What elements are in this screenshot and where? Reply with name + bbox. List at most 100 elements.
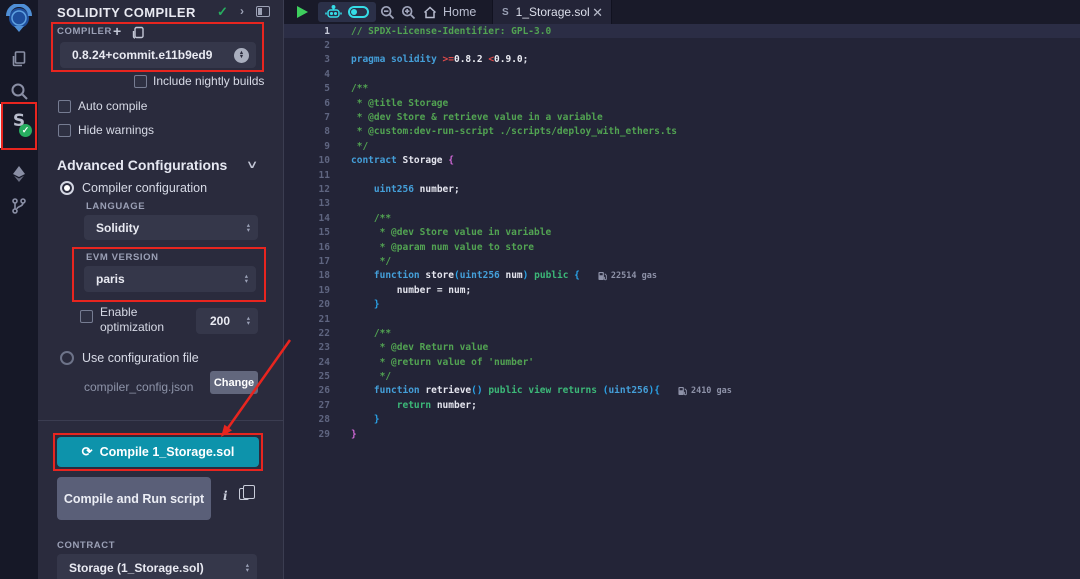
- zoom-in-icon[interactable]: [401, 5, 416, 25]
- code-line[interactable]: 7 * @dev Store & retrieve value in a var…: [284, 110, 1080, 124]
- compiled-check-icon: ✓: [217, 4, 228, 20]
- version-spinner-icon[interactable]: ▲▼: [234, 48, 249, 63]
- line-number: 18: [284, 270, 330, 281]
- line-number: 6: [284, 98, 330, 109]
- code-line[interactable]: 3pragma solidity >=0.8.2 <0.9.0;: [284, 53, 1080, 67]
- compiler-version-select[interactable]: 0.8.24+commit.e11b9ed9 ▲▼: [60, 42, 256, 68]
- advanced-configurations-title[interactable]: Advanced Configurations: [57, 157, 227, 173]
- info-icon[interactable]: i: [223, 489, 228, 503]
- line-number: 12: [284, 184, 330, 195]
- section-divider: [38, 420, 283, 421]
- line-number: 26: [284, 385, 330, 396]
- code-text: }: [351, 299, 380, 310]
- copy-icon[interactable]: [239, 488, 249, 500]
- optimization-runs-stepper[interactable]: 200 ▴▾: [196, 308, 258, 334]
- code-line[interactable]: 19 number = num;: [284, 283, 1080, 297]
- chevron-right-icon[interactable]: ›: [240, 4, 244, 18]
- compiler-version-value: 0.8.24+commit.e11b9ed9: [60, 48, 212, 62]
- line-number: 21: [284, 314, 330, 325]
- git-branch-icon[interactable]: [8, 195, 30, 217]
- code-line[interactable]: 12 uint256 number;: [284, 182, 1080, 196]
- code-line[interactable]: 5/**: [284, 82, 1080, 96]
- gas-estimate-badge: 22514 gas: [598, 271, 657, 281]
- compile-button[interactable]: ⟳ Compile 1_Storage.sol: [57, 437, 259, 467]
- code-line[interactable]: 24 * @return value of 'number': [284, 355, 1080, 369]
- code-line[interactable]: 9 */: [284, 139, 1080, 153]
- gas-estimate-badge: 2410 gas: [678, 386, 732, 396]
- search-icon[interactable]: [8, 80, 30, 102]
- code-text: /**: [351, 213, 391, 224]
- code-text: }: [351, 414, 380, 425]
- code-line[interactable]: 6 * @title Storage: [284, 96, 1080, 110]
- code-line[interactable]: 22 /**: [284, 326, 1080, 340]
- compile-and-run-button[interactable]: Compile and Run script: [57, 477, 211, 520]
- enable-optimization-checkbox[interactable]: [80, 310, 93, 323]
- line-number: 28: [284, 414, 330, 425]
- change-config-button[interactable]: Change: [210, 371, 258, 394]
- line-number: 22: [284, 328, 330, 339]
- close-tab-icon[interactable]: ✕: [592, 6, 603, 19]
- code-line[interactable]: 28 }: [284, 413, 1080, 427]
- code-line[interactable]: 13: [284, 197, 1080, 211]
- code-line[interactable]: 25 */: [284, 369, 1080, 383]
- compiler-configuration-radio[interactable]: [60, 181, 74, 195]
- chevron-down-icon[interactable]: ∨: [246, 158, 259, 171]
- code-line[interactable]: 18 function store(uint256 num) public { 2…: [284, 269, 1080, 283]
- code-line[interactable]: 14 /**: [284, 211, 1080, 225]
- home-icon: [423, 6, 437, 19]
- zoom-out-icon[interactable]: [380, 5, 395, 25]
- refresh-icon: ⟳: [82, 444, 93, 460]
- run-script-play-icon[interactable]: [297, 6, 308, 18]
- code-line[interactable]: 10contract Storage {: [284, 154, 1080, 168]
- code-text: * @dev Return value: [351, 342, 488, 353]
- code-line[interactable]: 29}: [284, 427, 1080, 441]
- code-line[interactable]: 23 * @dev Return value: [284, 341, 1080, 355]
- code-text: function store(uint256 num) public {: [351, 270, 580, 281]
- ai-robot-icon[interactable]: [325, 5, 342, 20]
- home-tab[interactable]: Home: [423, 0, 476, 24]
- code-line[interactable]: 27 return number;: [284, 398, 1080, 412]
- code-text: /**: [351, 328, 391, 339]
- code-line[interactable]: 20 }: [284, 297, 1080, 311]
- nightly-builds-checkbox[interactable]: [134, 75, 147, 88]
- copilot-toggle-icon[interactable]: [348, 6, 369, 18]
- contract-select[interactable]: Storage (1_Storage.sol) ▴▾: [57, 554, 257, 579]
- line-number: 20: [284, 299, 330, 310]
- code-line[interactable]: 1// SPDX-License-Identifier: GPL-3.0: [284, 24, 1080, 38]
- code-line[interactable]: 11: [284, 168, 1080, 182]
- add-compiler-icon[interactable]: +: [113, 23, 121, 39]
- remix-ide-window: S ✓ SOLIDITY COMPILER ✓ › COMPILER + 0.8…: [0, 0, 1080, 579]
- hide-warnings-checkbox[interactable]: [58, 124, 71, 137]
- enable-optimization-label: Enable optimization: [100, 305, 166, 335]
- code-text: * @param num value to store: [351, 242, 534, 253]
- line-number: 27: [284, 400, 330, 411]
- code-line[interactable]: 21: [284, 312, 1080, 326]
- line-number: 2: [284, 40, 330, 51]
- code-line[interactable]: 15 * @dev Store value in variable: [284, 225, 1080, 239]
- remix-logo-icon[interactable]: [4, 4, 34, 34]
- file-explorer-icon[interactable]: [8, 48, 30, 70]
- ai-copilot-group: [318, 2, 376, 22]
- code-line[interactable]: 26 function retrieve() public view retur…: [284, 384, 1080, 398]
- auto-compile-checkbox[interactable]: [58, 100, 71, 113]
- compiler-label: COMPILER: [57, 26, 112, 37]
- pin-panel-icon[interactable]: [256, 6, 270, 17]
- tab-1-storage-sol[interactable]: S 1_Storage.sol ✕: [492, 0, 612, 24]
- evm-version-select[interactable]: paris ▴▾: [84, 266, 256, 292]
- code-line[interactable]: 16 * @param num value to store: [284, 240, 1080, 254]
- line-number: 8: [284, 126, 330, 137]
- code-line[interactable]: 17 */: [284, 254, 1080, 268]
- line-number: 9: [284, 141, 330, 152]
- code-line[interactable]: 8 * @custom:dev-run-script ./scripts/dep…: [284, 125, 1080, 139]
- line-number: 7: [284, 112, 330, 123]
- code-line[interactable]: 4: [284, 67, 1080, 81]
- use-configuration-file-radio[interactable]: [60, 351, 74, 365]
- code-text: // SPDX-License-Identifier: GPL-3.0: [351, 26, 551, 37]
- deploy-run-icon[interactable]: [8, 163, 30, 185]
- code-editor[interactable]: 1// SPDX-License-Identifier: GPL-3.0 2 3pr…: [284, 24, 1080, 579]
- use-configuration-file-label: Use configuration file: [82, 351, 199, 365]
- panel-title: SOLIDITY COMPILER: [57, 5, 196, 20]
- code-line[interactable]: 2: [284, 38, 1080, 52]
- language-select[interactable]: Solidity ▴▾: [84, 215, 258, 240]
- evm-version-value: paris: [84, 272, 125, 286]
